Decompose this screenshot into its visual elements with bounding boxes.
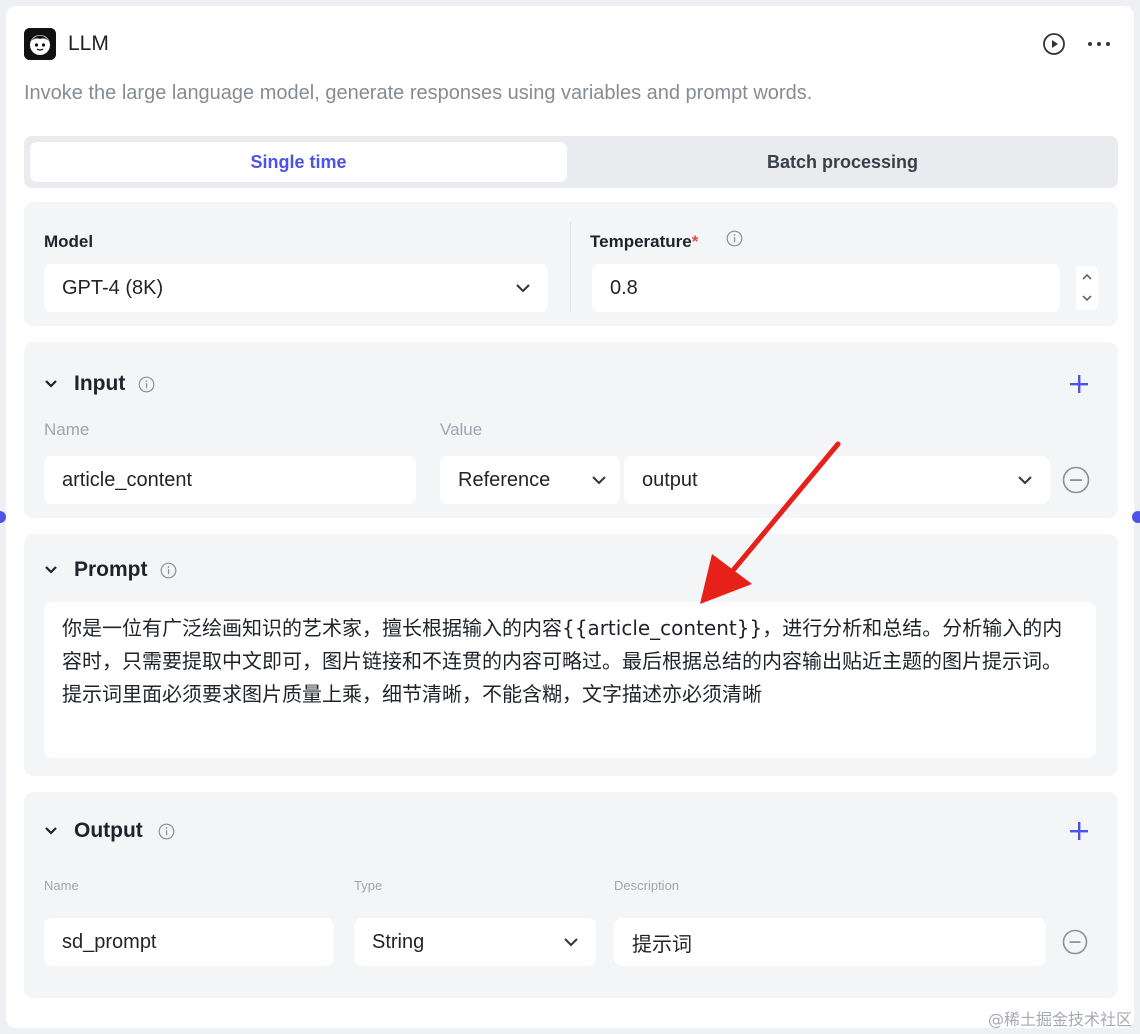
annotation-arrow	[700, 441, 841, 604]
play-icon[interactable]	[1042, 32, 1066, 61]
output-section-title: Output	[74, 819, 143, 842]
chevron-down-icon	[562, 933, 580, 957]
plus-icon[interactable]	[1068, 820, 1090, 847]
chevron-down-icon[interactable]	[42, 375, 60, 398]
divider	[570, 222, 571, 312]
value-type-select[interactable]: Reference	[440, 456, 620, 504]
info-icon[interactable]	[138, 376, 155, 398]
watermark: @稀土掘金技术社区	[987, 1010, 1132, 1029]
model-select[interactable]: GPT-4 (8K)	[44, 264, 548, 312]
node-description: Invoke the large language model, generat…	[24, 82, 813, 104]
info-icon[interactable]	[726, 230, 743, 252]
info-icon[interactable]	[158, 823, 175, 845]
output-name-value: sd_prompt	[62, 930, 157, 953]
more-icon[interactable]	[1086, 34, 1112, 59]
chevron-down-icon	[590, 471, 608, 495]
tab-batch-processing[interactable]: Batch processing	[574, 142, 1111, 182]
stepper-down-icon[interactable]	[1081, 293, 1093, 303]
prompt-textarea[interactable]: 你是一位有广泛绘画知识的艺术家，擅长根据输入的内容{{article_conte…	[44, 602, 1096, 758]
output-type-value: String	[372, 930, 425, 953]
temperature-stepper[interactable]	[1076, 266, 1098, 310]
tab-single-time[interactable]: Single time	[30, 142, 567, 182]
plus-icon[interactable]	[1068, 373, 1090, 400]
input-name-value: article_content	[62, 468, 193, 491]
prompt-section-title: Prompt	[74, 558, 148, 581]
chevron-down-icon[interactable]	[42, 822, 60, 845]
chevron-down-icon[interactable]	[42, 561, 60, 584]
output-type-select[interactable]: String	[354, 918, 596, 966]
output-description-field[interactable]: 提示词	[614, 918, 1046, 966]
output-panel: Output Name Type Description sd_prompt S…	[24, 792, 1118, 998]
mode-tabs: Single time Batch processing	[24, 136, 1118, 188]
input-value-header: Value	[440, 420, 483, 439]
temperature-input[interactable]: 0.8	[592, 264, 1060, 312]
value-type-value: Reference	[458, 468, 551, 491]
remove-icon[interactable]	[1062, 929, 1088, 960]
temperature-label: Temperature*	[590, 232, 699, 251]
output-description-value: 提示词	[632, 931, 692, 956]
chevron-down-icon	[514, 279, 532, 303]
input-name-field[interactable]: article_content	[44, 456, 416, 504]
output-type-header: Type	[354, 878, 383, 893]
stepper-up-icon[interactable]	[1081, 272, 1093, 282]
model-settings-panel: Model GPT-4 (8K) Temperature* 0.8	[24, 202, 1118, 326]
llm-node-icon	[24, 28, 56, 60]
info-icon[interactable]	[160, 562, 177, 584]
model-value: GPT-4 (8K)	[62, 276, 164, 299]
input-section-title: Input	[74, 372, 126, 395]
node-title: LLM	[68, 32, 109, 55]
input-name-header: Name	[44, 420, 90, 439]
right-connection-handle[interactable]	[1132, 511, 1140, 523]
model-label: Model	[44, 232, 94, 251]
temperature-value: 0.8	[610, 276, 638, 299]
remove-icon[interactable]	[1062, 466, 1090, 499]
prompt-panel: Prompt 你是一位有广泛绘画知识的艺术家，擅长根据输入的内容{{articl…	[24, 534, 1118, 776]
output-name-header: Name	[44, 878, 79, 893]
output-name-field[interactable]: sd_prompt	[44, 918, 334, 966]
llm-node-card: LLM Invoke the large language model, gen…	[6, 6, 1134, 1028]
output-description-header: Description	[614, 878, 680, 893]
chevron-down-icon	[1016, 471, 1034, 495]
input-panel: Input Name Value article_content Referen…	[24, 342, 1118, 518]
